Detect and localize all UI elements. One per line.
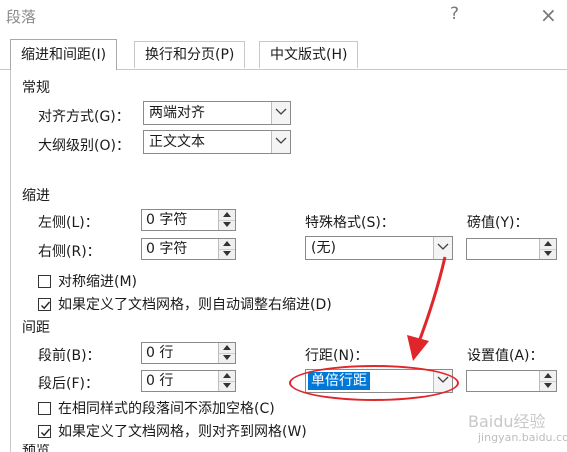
no-space-same-style-label: 在相同样式的段落间不添加空格(C) (58, 401, 275, 417)
spacing-after-value: 0 行 (146, 373, 174, 389)
snap-to-grid-checkbox[interactable] (38, 425, 51, 438)
indent-right-value: 0 字符 (146, 241, 188, 257)
outline-level-select[interactable]: 正文文本 (143, 130, 291, 154)
spin-down-icon[interactable] (540, 249, 556, 259)
annotation-arrow-icon (407, 256, 447, 361)
section-preview-heading-text: 预览 (22, 444, 50, 452)
section-preview-heading: 预览 (22, 444, 50, 452)
indent-left-spinner[interactable]: 0 字符 (141, 209, 236, 231)
indent-by-label: 磅值(Y)： (467, 215, 529, 231)
mirror-indent-checkbox[interactable] (38, 275, 51, 288)
spin-down-icon[interactable] (540, 381, 556, 391)
special-format-value: (无) (311, 240, 336, 256)
indent-left-value: 0 字符 (146, 212, 188, 228)
section-spacing-heading: 间距 (22, 320, 50, 336)
spin-down-icon[interactable] (219, 381, 235, 391)
spacing-after-spinner[interactable]: 0 行 (141, 370, 236, 392)
watermark-url: jingyan.baidu.com (478, 431, 567, 444)
section-indent-heading: 缩进 (22, 188, 50, 204)
spin-down-icon[interactable] (219, 353, 235, 363)
indent-by-spinner[interactable] (466, 238, 557, 260)
no-space-same-style-checkbox[interactable] (38, 402, 51, 415)
indent-left-label: 左侧(L)： (38, 215, 99, 231)
outline-level-value: 正文文本 (149, 134, 205, 150)
spin-down-icon[interactable] (219, 220, 235, 230)
help-button[interactable]: ? (450, 4, 459, 24)
spacing-before-label: 段前(B)： (38, 348, 101, 364)
indent-right-spinner[interactable]: 0 字符 (141, 238, 236, 260)
watermark-brand: Baidu经验 (468, 412, 546, 431)
spin-down-icon[interactable] (219, 249, 235, 259)
indent-right-label: 右侧(R)： (38, 244, 101, 260)
line-spacing-at-spinner[interactable] (466, 370, 557, 392)
spacing-before-spinner[interactable]: 0 行 (141, 342, 236, 364)
tab-line-page-breaks[interactable]: 换行和分页(P) (134, 41, 246, 68)
snap-to-grid-label: 如果定义了文档网格，则对齐到网格(W) (58, 424, 307, 440)
alignment-label: 对齐方式(G)： (38, 109, 130, 125)
tab-asian-typography[interactable]: 中文版式(H) (259, 41, 359, 68)
section-general-heading: 常规 (22, 80, 50, 96)
close-button[interactable]: × (540, 3, 557, 27)
chevron-down-icon[interactable] (271, 102, 290, 124)
auto-right-indent-checkbox[interactable] (38, 298, 51, 311)
checkmark-icon (41, 301, 51, 310)
checkmark-icon (41, 428, 51, 437)
auto-right-indent-label: 如果定义了文档网格，则自动调整右缩进(D) (58, 297, 332, 313)
tab-indent-spacing[interactable]: 缩进和间距(I) (10, 39, 118, 70)
special-format-label: 特殊格式(S)： (305, 215, 395, 231)
outline-level-label: 大纲级别(O)： (38, 138, 130, 154)
line-spacing-label: 行距(N)： (305, 348, 369, 364)
spacing-before-value: 0 行 (146, 345, 174, 361)
alignment-value: 两端对齐 (149, 105, 205, 121)
mirror-indent-label: 对称缩进(M) (58, 274, 138, 290)
spacing-after-label: 段后(F)： (38, 376, 99, 392)
line-spacing-at-label: 设置值(A)： (467, 348, 544, 364)
dialog-title: 段落 (6, 8, 37, 26)
panel-left-border (10, 70, 11, 452)
alignment-select[interactable]: 两端对齐 (143, 101, 291, 125)
chevron-down-icon[interactable] (271, 131, 290, 153)
